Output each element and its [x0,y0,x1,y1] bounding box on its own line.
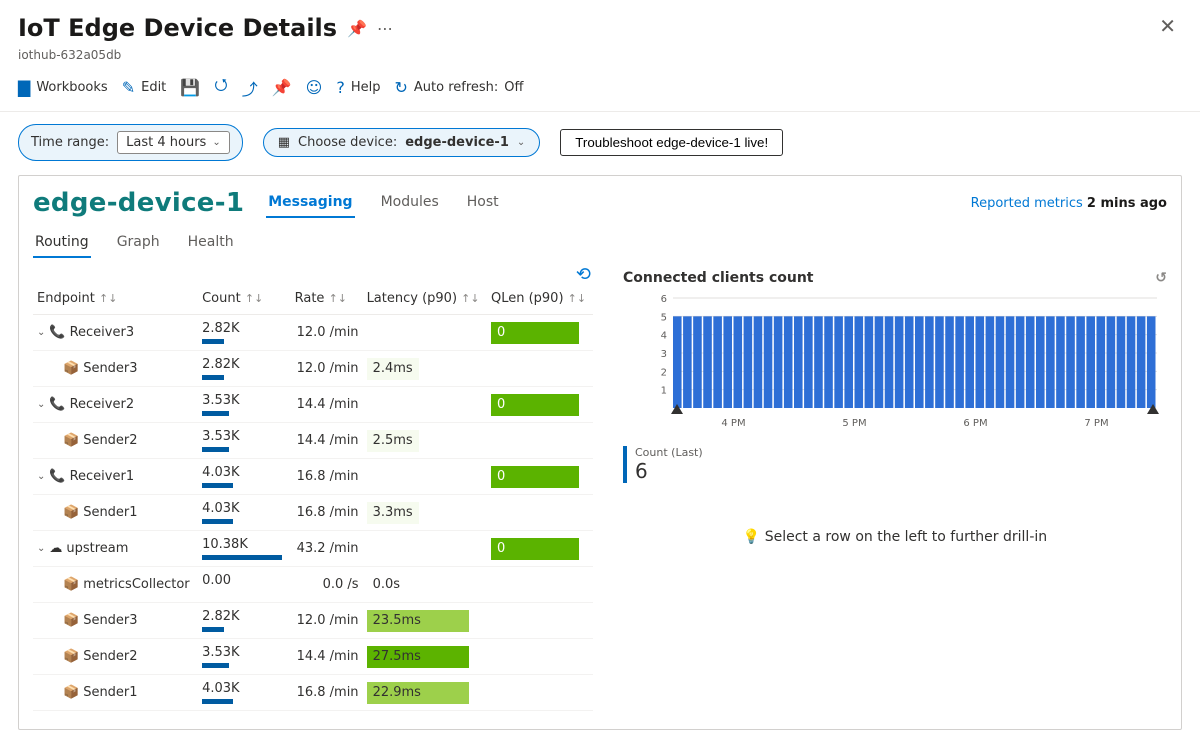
refresh-icon: ⭯ [214,74,227,101]
col-latency-p90-[interactable]: Latency (p90) ↑↓ [363,285,487,315]
tab-modules[interactable]: Modules [379,188,441,218]
svg-text:3: 3 [661,349,667,360]
table-row[interactable]: ⌄ 📞 Receiver32.82K12.0 /min0 [33,315,593,351]
table-row[interactable]: ⌄ ☁ upstream10.38K43.2 /min0 [33,531,593,567]
share-button[interactable]: ⤴ [242,76,258,100]
pin-button[interactable]: 📌 [272,78,292,97]
save-button[interactable]: 💾 [180,78,200,97]
toolbar: ▇Workbooks ✎Edit 💾 ⭯ ⤴ 📌 ☺ ?Help ↻Auto r… [0,66,1200,112]
feedback-button[interactable]: ☺ [306,78,323,97]
svg-text:7 PM: 7 PM [1084,418,1108,429]
table-row[interactable]: ⌄ 📞 Receiver23.53K14.4 /min0 [33,387,593,423]
table-row[interactable]: 📦 Sender23.53K14.4 /min27.5ms [33,639,593,675]
troubleshoot-button[interactable]: Troubleshoot edge-device-1 live! [560,129,783,156]
svg-text:5 PM: 5 PM [842,418,866,429]
table-row[interactable]: ⌄ 📞 Receiver14.03K16.8 /min0 [33,459,593,495]
svg-text:4 PM: 4 PM [721,418,745,429]
svg-text:1: 1 [661,386,667,397]
history-icon[interactable]: ↺ [1155,270,1167,286]
smile-icon: ☺ [306,78,323,97]
table-row[interactable]: 📦 Sender32.82K12.0 /min2.4ms [33,351,593,387]
pin-icon: 📌 [272,78,292,97]
metrics-age: Reported metrics 2 mins ago [971,196,1167,211]
svg-text:5: 5 [661,312,667,323]
svg-text:2: 2 [661,367,667,378]
col-qlen-p90-[interactable]: QLen (p90) ↑↓ [487,285,593,315]
help-button[interactable]: ?Help [336,78,380,97]
timerange-selector[interactable]: Time range: Last 4 hours⌄ [18,124,243,161]
table-row[interactable]: 📦 Sender14.03K16.8 /min22.9ms [33,675,593,711]
workbook-icon: ▇ [18,78,30,97]
save-icon: 💾 [180,78,200,97]
refresh-button[interactable]: ⭯ [214,74,227,101]
table-row[interactable]: 📦 Sender14.03K16.8 /min3.3ms [33,495,593,531]
col-rate[interactable]: Rate ↑↓ [291,285,363,315]
edit-button[interactable]: ✎Edit [122,78,167,97]
svg-text:4: 4 [661,331,667,342]
subtab-routing[interactable]: Routing [33,228,91,258]
routing-table: Endpoint ↑↓Count ↑↓Rate ↑↓Latency (p90) … [33,285,593,711]
device-selector[interactable]: ▦ Choose device: edge-device-1 ⌄ [263,128,541,157]
autorefresh-button[interactable]: ↻Auto refresh: Off [394,78,523,97]
subtab-health[interactable]: Health [186,228,236,258]
resource-subtitle: iothub-632a05db [0,48,1200,66]
pencil-icon: ✎ [122,78,135,97]
chevron-down-icon: ⌄ [212,137,220,148]
share-icon: ⤴ [242,76,258,100]
chart-title: Connected clients count [623,270,814,286]
help-icon: ? [336,78,345,97]
tab-messaging[interactable]: Messaging [266,188,354,218]
subtab-graph[interactable]: Graph [115,228,162,258]
device-name: edge-device-1 [33,188,244,218]
chevron-down-icon: ⌄ [517,137,525,148]
device-icon: ▦ [278,135,290,150]
table-row[interactable]: 📦 Sender32.82K12.0 /min23.5ms [33,603,593,639]
col-endpoint[interactable]: Endpoint ↑↓ [33,285,198,315]
main-tabs: Messaging Modules Host [266,188,500,218]
page-title: IoT Edge Device Details [18,14,337,42]
pin-icon[interactable]: 📌 [347,19,367,38]
svg-text:6: 6 [661,294,667,305]
svg-text:6 PM: 6 PM [963,418,987,429]
table-row[interactable]: 📦 Sender23.53K14.4 /min2.5ms [33,423,593,459]
close-icon[interactable]: ✕ [1153,14,1182,38]
table-refresh-button[interactable]: ⟲ [33,264,593,285]
more-icon[interactable]: ⋯ [377,19,393,38]
chart-legend: Count (Last) 6 [623,446,1167,483]
sub-tabs: Routing Graph Health [33,228,1167,258]
tab-host[interactable]: Host [465,188,501,218]
table-row[interactable]: 📦 metricsCollector0.000.0 /s0.0s [33,567,593,603]
clock-icon: ↻ [394,78,407,97]
col-count[interactable]: Count ↑↓ [198,285,291,315]
workbooks-button[interactable]: ▇Workbooks [18,78,108,97]
drilldown-hint: 💡 Select a row on the left to further dr… [623,529,1167,545]
connected-clients-chart[interactable]: 1 2 3 4 5 6 4 PM 5 PM 6 PM 7 PM [623,292,1167,436]
